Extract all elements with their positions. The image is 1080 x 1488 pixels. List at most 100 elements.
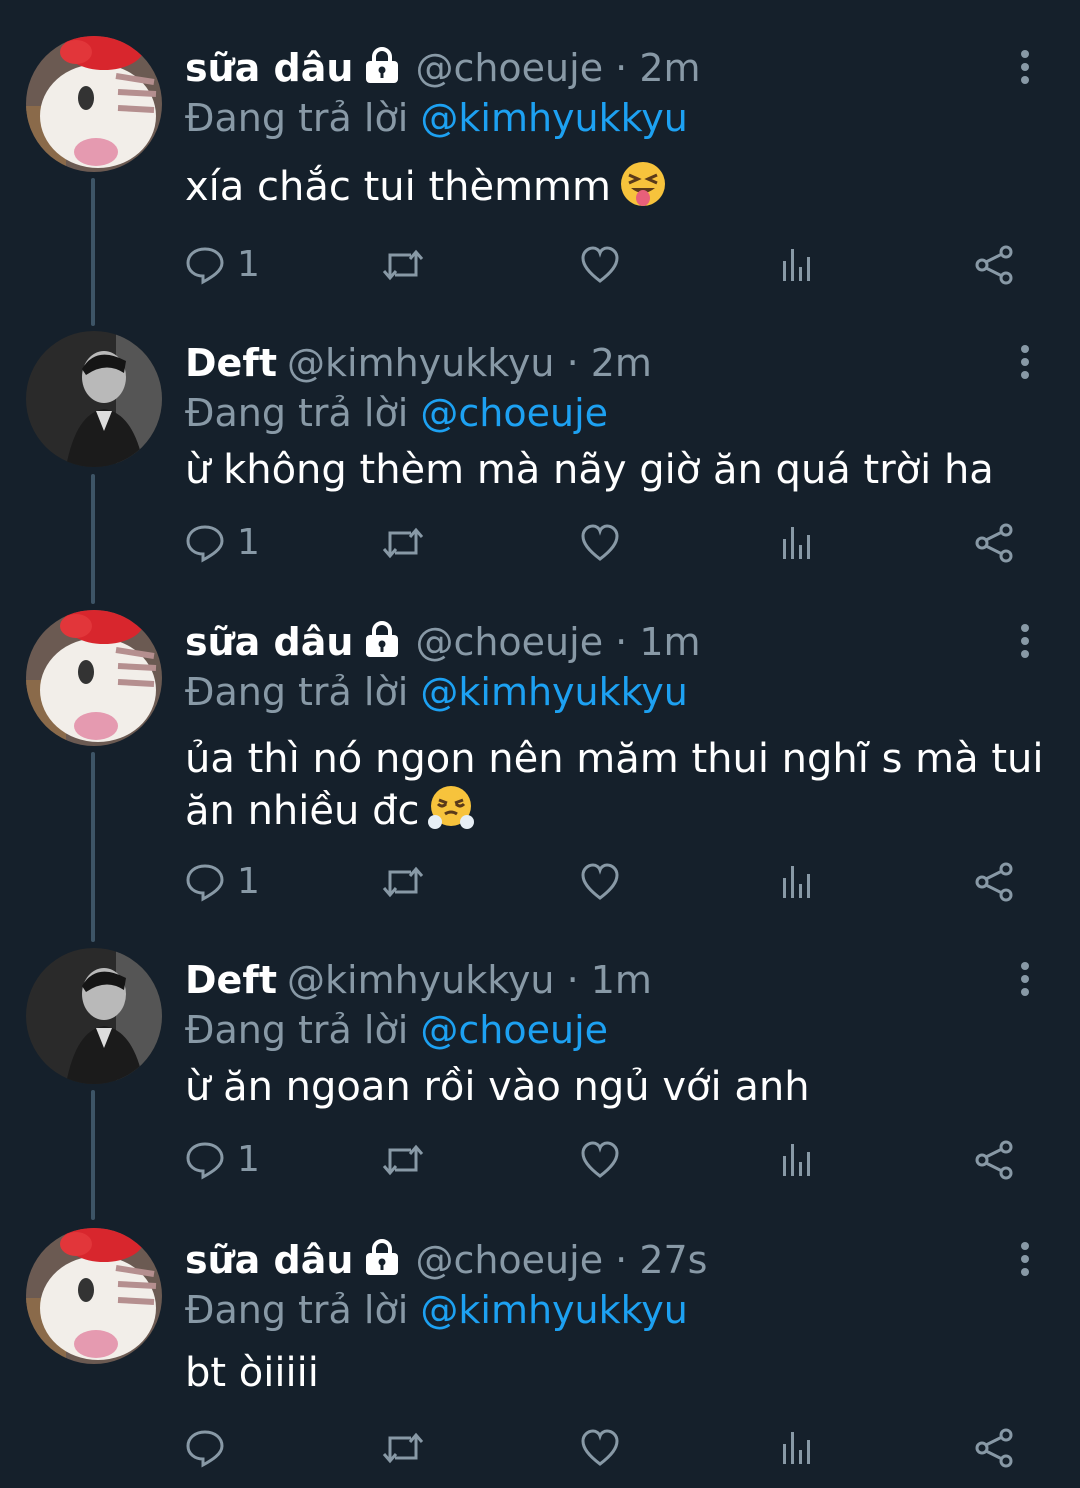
lock-icon — [363, 620, 401, 667]
mention-link[interactable]: @choeuje — [420, 1008, 608, 1052]
share-icon — [975, 523, 1013, 563]
share-button[interactable] — [973, 1136, 1015, 1184]
avatar-person — [26, 948, 162, 1084]
reply-button[interactable]: 1 — [185, 1136, 260, 1184]
retweet-icon — [382, 1432, 424, 1464]
tweet-text: ừ không thèm mà nãy giờ ăn quá trời ha — [185, 445, 1055, 495]
timestamp[interactable]: 1m — [639, 620, 700, 664]
reply-button[interactable]: 1 — [185, 241, 260, 289]
lock-icon — [363, 1238, 401, 1285]
more-icon[interactable] — [1015, 962, 1035, 1002]
steam-from-nose-emoji — [427, 784, 475, 844]
lock-icon — [363, 46, 401, 93]
tweet-text-content: ừ không thèm mà nãy giờ ăn quá trời ha — [185, 447, 994, 493]
views-icon — [783, 527, 810, 559]
share-button[interactable] — [973, 1424, 1015, 1472]
more-icon[interactable] — [1015, 345, 1035, 385]
avatar[interactable] — [26, 948, 162, 1084]
tweet-actions: 1 — [185, 1136, 1035, 1184]
share-icon — [975, 1428, 1013, 1468]
user-handle[interactable]: @kimhyukkyu — [287, 341, 554, 385]
display-name[interactable]: Deft — [185, 341, 277, 385]
display-name[interactable]: sữa dâu — [185, 46, 353, 90]
squinting-tongue-emoji — [619, 160, 667, 220]
mention-link[interactable]: @kimhyukkyu — [420, 96, 687, 140]
more-icon[interactable] — [1015, 1242, 1035, 1282]
separator-dot: · — [603, 1238, 640, 1282]
reply-count: 1 — [237, 861, 260, 902]
avatar[interactable] — [26, 331, 162, 467]
replying-label: Đang trả lời — [185, 670, 409, 714]
mention-link[interactable]: @kimhyukkyu — [420, 1288, 687, 1332]
tweet-actions: 1 — [185, 241, 1035, 289]
share-button[interactable] — [973, 519, 1015, 567]
retweet-icon — [382, 866, 424, 898]
tweet-text: ủa thì nó ngon nên măm thui nghĩ s mà tu… — [185, 734, 1055, 844]
timestamp[interactable]: 27s — [639, 1238, 707, 1282]
reply-button[interactable]: 1 — [185, 858, 260, 906]
tweet-header: Deft @kimhyukkyu · 2m — [185, 341, 652, 385]
share-button[interactable] — [973, 241, 1015, 289]
tweet[interactable]: Deft @kimhyukkyu · 2m Đang trả lời @choeu… — [0, 331, 1080, 591]
avatar[interactable] — [26, 1228, 162, 1364]
more-icon[interactable] — [1015, 624, 1035, 664]
tweet-text: ừ ăn ngoan rồi vào ngủ với anh — [185, 1062, 1055, 1112]
like-button[interactable] — [580, 1424, 620, 1472]
reply-button[interactable] — [185, 1424, 237, 1472]
mention-link[interactable]: @choeuje — [420, 391, 608, 435]
display-name[interactable]: Deft — [185, 958, 277, 1002]
timestamp[interactable]: 1m — [591, 958, 652, 1002]
like-button[interactable] — [580, 1136, 620, 1184]
replying-to: Đang trả lời @choeuje — [185, 1008, 608, 1052]
reply-count: 1 — [237, 244, 260, 285]
avatar-person — [26, 331, 162, 467]
like-icon — [581, 863, 619, 900]
like-button[interactable] — [580, 519, 620, 567]
replying-to: Đang trả lời @choeuje — [185, 391, 608, 435]
reply-button[interactable]: 1 — [185, 519, 260, 567]
retweet-button[interactable] — [381, 858, 425, 906]
replying-label: Đang trả lời — [185, 1008, 409, 1052]
avatar-hello-kitty — [26, 610, 162, 746]
display-name[interactable]: sữa dâu — [185, 620, 353, 664]
timestamp[interactable]: 2m — [591, 341, 652, 385]
reply-icon — [186, 864, 224, 902]
share-button[interactable] — [973, 858, 1015, 906]
views-button[interactable] — [779, 1136, 815, 1184]
timestamp[interactable]: 2m — [639, 46, 700, 90]
views-button[interactable] — [779, 858, 815, 906]
display-name[interactable]: sữa dâu — [185, 1238, 353, 1282]
replying-to: Đang trả lời @kimhyukkyu — [185, 670, 688, 714]
mention-link[interactable]: @kimhyukkyu — [420, 670, 687, 714]
tweet-header: sữa dâu @choeuje · 1m — [185, 620, 701, 667]
tweet[interactable]: sữa dâu @choeuje · 27s Đang trả lời @kimh… — [0, 1228, 1080, 1478]
replying-label: Đang trả lời — [185, 96, 409, 140]
avatar-hello-kitty — [26, 36, 162, 172]
avatar[interactable] — [26, 36, 162, 172]
tweet[interactable]: Deft @kimhyukkyu · 1m Đang trả lời @choeu… — [0, 948, 1080, 1208]
tweet-actions: 1 — [185, 858, 1035, 906]
like-button[interactable] — [580, 858, 620, 906]
views-button[interactable] — [779, 1424, 815, 1472]
reply-icon — [186, 525, 224, 563]
retweet-button[interactable] — [381, 1136, 425, 1184]
separator-dot: · — [603, 46, 640, 90]
tweet[interactable]: sữa dâu @choeuje · 1m Đang trả lời @kimhy… — [0, 610, 1080, 910]
avatar[interactable] — [26, 610, 162, 746]
like-icon — [581, 524, 619, 561]
separator-dot: · — [554, 958, 591, 1002]
more-icon[interactable] — [1015, 50, 1035, 90]
user-handle[interactable]: @choeuje — [415, 620, 603, 664]
reply-icon — [186, 1142, 224, 1180]
tweet[interactable]: sữa dâu @choeuje · 2m Đang trả lời @kimhy… — [0, 36, 1080, 296]
user-handle[interactable]: @choeuje — [415, 1238, 603, 1282]
tweet-header: sữa dâu @choeuje · 2m — [185, 46, 701, 93]
user-handle[interactable]: @choeuje — [415, 46, 603, 90]
views-button[interactable] — [779, 241, 815, 289]
retweet-button[interactable] — [381, 241, 425, 289]
retweet-button[interactable] — [381, 519, 425, 567]
user-handle[interactable]: @kimhyukkyu — [287, 958, 554, 1002]
views-button[interactable] — [779, 519, 815, 567]
retweet-button[interactable] — [381, 1424, 425, 1472]
like-button[interactable] — [580, 241, 620, 289]
